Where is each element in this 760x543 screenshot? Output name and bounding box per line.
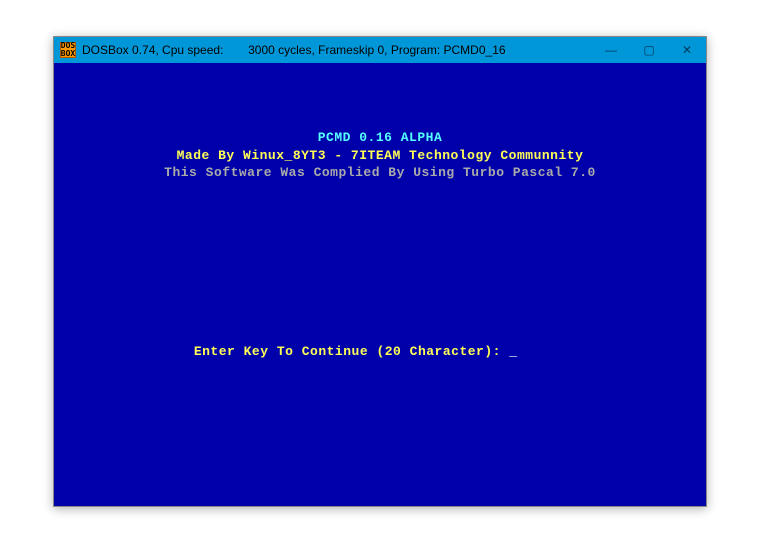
text-cursor: _ (509, 343, 517, 361)
prompt-label: Enter Key To Continue (20 Character): (194, 344, 509, 359)
splash-author: Made By Winux_8YT3 - 7ITEAM Technology C… (70, 147, 690, 165)
key-prompt: Enter Key To Continue (20 Character): _ (144, 325, 518, 378)
dosbox-icon: DOSBOX (60, 42, 76, 58)
title-segment-1: DOSBox 0.74, Cpu speed: (82, 43, 223, 57)
splash-block: PCMD 0.16 ALPHA Made By Winux_8YT3 - 7IT… (70, 129, 690, 182)
title-segment-2: 3000 cycles, Frameskip 0, Program: PCMD0… (248, 43, 505, 57)
dos-screen[interactable]: PCMD 0.16 ALPHA Made By Winux_8YT3 - 7IT… (54, 63, 706, 506)
splash-title: PCMD 0.16 ALPHA (70, 129, 690, 147)
minimize-button[interactable]: — (592, 37, 630, 63)
dosbox-window: DOSBOX DOSBox 0.74, Cpu speed: 3000 cycl… (53, 36, 707, 507)
window-titlebar[interactable]: DOSBOX DOSBox 0.74, Cpu speed: 3000 cycl… (54, 37, 706, 63)
maximize-button[interactable]: ▢ (630, 37, 668, 63)
window-controls: — ▢ ✕ (592, 37, 706, 63)
close-button[interactable]: ✕ (668, 37, 706, 63)
window-title: DOSBox 0.74, Cpu speed: 3000 cycles, Fra… (82, 43, 506, 57)
splash-compiler: This Software Was Complied By Using Turb… (70, 164, 690, 182)
